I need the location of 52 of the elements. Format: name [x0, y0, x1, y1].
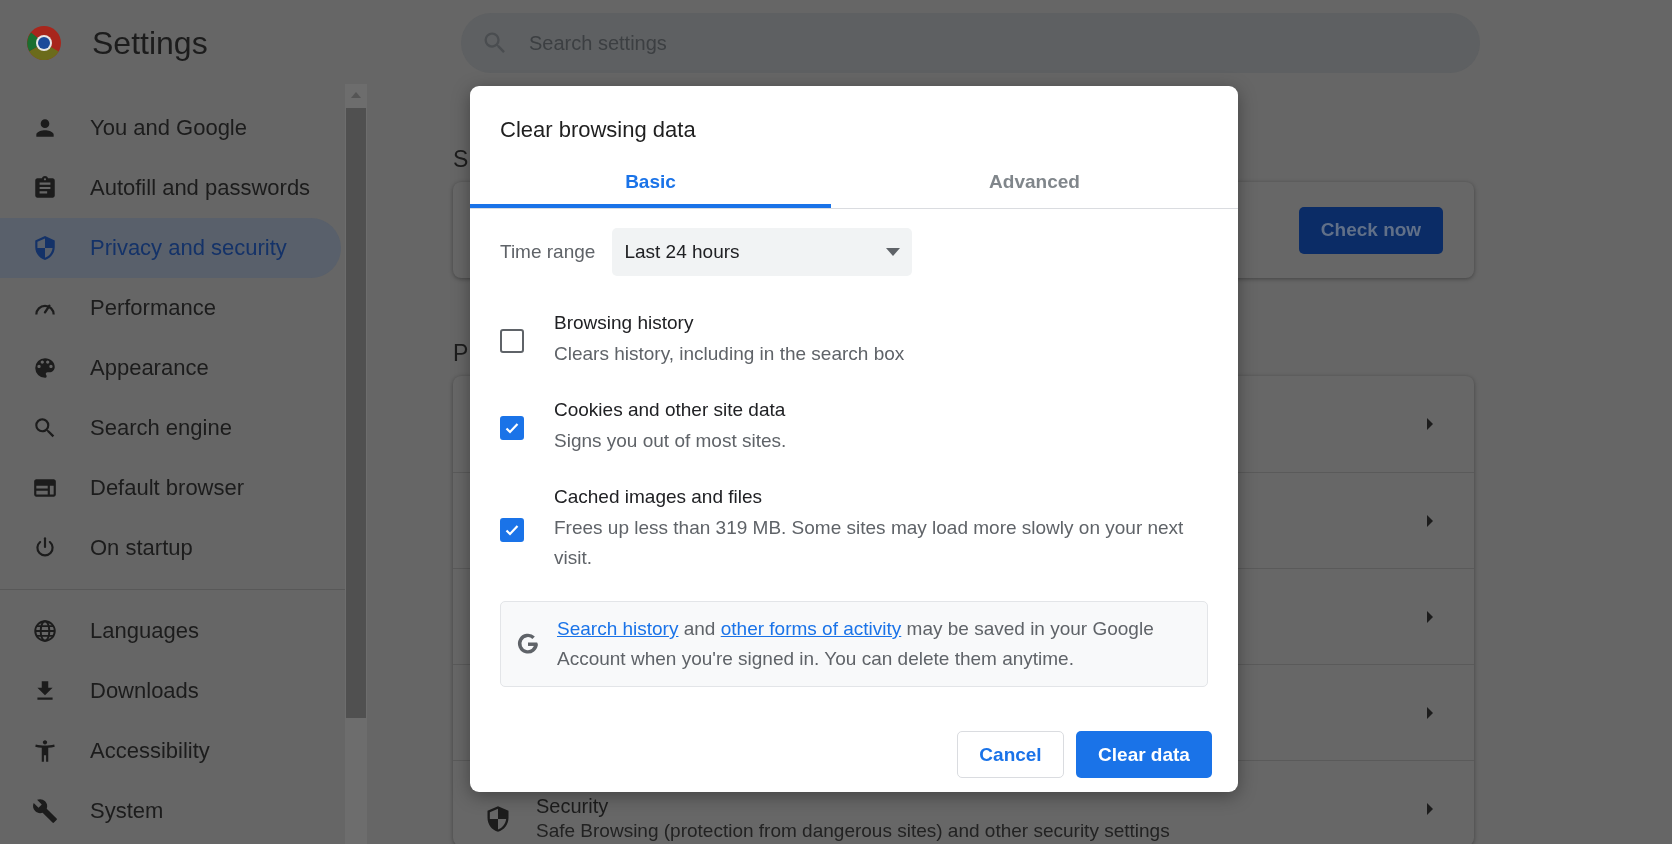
checkbox[interactable] — [500, 328, 524, 353]
dialog-title: Clear browsing data — [500, 117, 696, 142]
sidebar-item[interactable]: Accessibility — [0, 721, 341, 781]
check-now-button[interactable]: Check now — [1299, 206, 1443, 254]
caret-icon — [1426, 802, 1434, 815]
scrollbar[interactable] — [345, 84, 367, 844]
tab[interactable]: Advanced — [831, 160, 1238, 208]
sidebar-item[interactable]: Search engine — [0, 398, 341, 458]
palette-icon — [32, 355, 58, 381]
section-heading: P — [453, 340, 469, 366]
clear-data-button[interactable]: Clear data — [1076, 731, 1212, 778]
logo-icon — [26, 25, 62, 61]
checkbox[interactable] — [500, 517, 524, 542]
clipboard-icon — [32, 175, 58, 201]
option-description: Signs you out of most sites. — [554, 429, 788, 453]
option-title: Cached images and files — [554, 486, 764, 508]
sidebar-item[interactable]: System — [0, 781, 341, 841]
sidebar-item[interactable]: On startup — [0, 518, 341, 578]
page-title: Settings — [92, 24, 208, 62]
caret-icon — [1426, 514, 1434, 527]
sidebar-item[interactable]: Appearance — [0, 338, 341, 398]
field-label: Time range — [500, 241, 596, 263]
sidebar-item[interactable]: Autofill and passwords — [0, 158, 341, 218]
row-title: Security — [536, 795, 610, 818]
sidebar-item[interactable]: Privacy and security — [0, 218, 341, 278]
shield-icon — [32, 235, 58, 261]
sidebar-item[interactable]: Downloads — [0, 661, 341, 721]
globe-icon — [32, 618, 58, 644]
tab[interactable]: Basic — [470, 160, 831, 208]
sidebar-item[interactable]: Languages — [0, 601, 341, 661]
row-subtitle: Safe Browsing (protection from dangerous sites) and other security settings — [536, 820, 1170, 842]
section-heading: S — [453, 146, 469, 172]
g-logo-icon — [515, 631, 541, 657]
caret-icon — [1426, 418, 1434, 430]
option-title: Browsing history — [554, 312, 695, 334]
caret-icon — [1426, 706, 1434, 719]
option-description: Frees up less than 319 MB. Some sites may load more slowly on your next visit. — [554, 516, 1185, 570]
caret-icon — [886, 248, 901, 256]
person-figure-icon — [32, 738, 58, 764]
checkbox[interactable] — [500, 415, 524, 440]
notice-text: Search history and other forms of activity may be saved in your Google Account when you're signed in. You can delete them anytime. — [557, 617, 1155, 671]
sidebar-item[interactable]: Default browser — [0, 458, 341, 518]
option-description: Clears history, including in the search box — [554, 342, 906, 366]
sidebar-item[interactable]: You and Google — [0, 98, 341, 158]
link[interactable]: other forms of activity — [720, 618, 902, 639]
link[interactable]: Search history — [557, 618, 679, 639]
sidebar-item[interactable]: Performance — [0, 278, 341, 338]
cancel-button[interactable]: Cancel — [957, 731, 1064, 778]
wrench-icon — [32, 798, 58, 824]
caret-icon — [1426, 610, 1434, 623]
time-range-dropdown[interactable]: Last 24 hours — [612, 228, 913, 276]
option-title: Cookies and other site data — [554, 399, 787, 421]
